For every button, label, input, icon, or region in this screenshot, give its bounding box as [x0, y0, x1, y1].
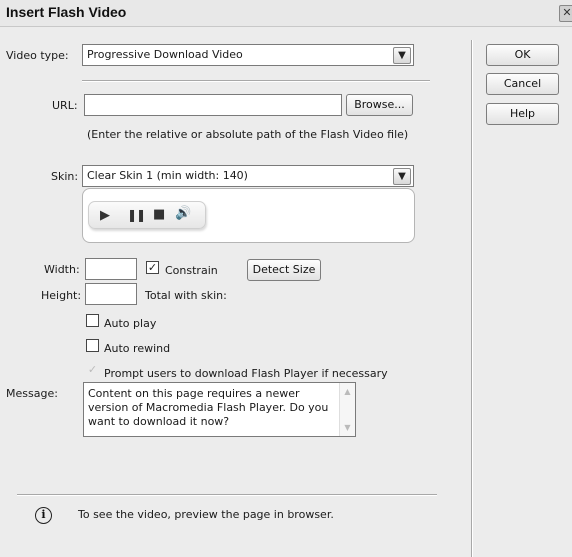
constrain-checkbox[interactable]: ✓	[146, 261, 159, 274]
speaker-icon: 🔊	[175, 206, 192, 221]
skin-value: Clear Skin 1 (min width: 140)	[87, 169, 248, 182]
width-input[interactable]	[85, 258, 137, 280]
url-label: URL:	[52, 99, 78, 112]
cancel-button[interactable]: Cancel	[486, 73, 559, 95]
message-textarea[interactable]: Content on this page requires a newer ve…	[83, 382, 356, 437]
detect-size-button[interactable]: Detect Size	[247, 259, 321, 281]
message-label: Message:	[6, 387, 58, 400]
chevron-down-icon[interactable]: ▼	[393, 47, 411, 64]
video-type-select[interactable]: Progressive Download Video ▼	[82, 44, 414, 66]
auto-rewind-label: Auto rewind	[104, 342, 171, 355]
message-text: Content on this page requires a newer ve…	[88, 387, 329, 428]
scroll-down-icon[interactable]: ▼	[341, 421, 354, 434]
browse-button[interactable]: Browse...	[346, 94, 413, 116]
skin-label: Skin:	[51, 170, 79, 183]
auto-play-checkbox[interactable]	[86, 314, 99, 327]
info-icon: i	[35, 507, 52, 524]
url-hint: (Enter the relative or absolute path of …	[87, 128, 409, 141]
url-input[interactable]	[84, 94, 342, 116]
auto-play-label: Auto play	[104, 317, 157, 330]
skin-control-bar: ▶ ❚❚ ■ 🔊	[88, 201, 206, 229]
prompt-download-label: Prompt users to download Flash Player if…	[104, 367, 388, 380]
height-label: Height:	[41, 289, 82, 302]
divider-bottom	[17, 494, 437, 496]
prompt-download-checkbox[interactable]: ✓	[86, 364, 99, 377]
ok-button[interactable]: OK	[486, 44, 559, 66]
width-label: Width:	[44, 263, 80, 276]
scroll-up-icon[interactable]: ▲	[341, 385, 354, 398]
insert-flash-video-dialog: Insert Flash Video ✕ Video type: Progres…	[0, 0, 572, 557]
height-input[interactable]	[85, 283, 137, 305]
video-type-value: Progressive Download Video	[87, 48, 243, 61]
total-with-skin-label: Total with skin:	[145, 289, 227, 302]
skin-select[interactable]: Clear Skin 1 (min width: 140) ▼	[82, 165, 414, 187]
chevron-down-icon[interactable]: ▼	[393, 168, 411, 185]
play-icon: ▶	[100, 208, 110, 223]
constrain-label: Constrain	[165, 264, 218, 277]
help-button[interactable]: Help	[486, 103, 559, 125]
divider-top	[82, 80, 430, 82]
auto-rewind-checkbox[interactable]	[86, 339, 99, 352]
stop-icon: ■	[153, 207, 166, 222]
right-column-divider	[471, 40, 473, 557]
close-icon[interactable]: ✕	[559, 5, 572, 22]
skin-preview: ▶ ❚❚ ■ 🔊	[82, 188, 415, 243]
title-bar[interactable]: Insert Flash Video ✕	[0, 0, 572, 27]
footer-text: To see the video, preview the page in br…	[78, 508, 334, 521]
pause-icon: ❚❚	[127, 208, 146, 222]
video-type-label: Video type:	[6, 49, 69, 62]
dialog-title: Insert Flash Video	[6, 4, 127, 20]
message-scrollbar[interactable]: ▲ ▼	[339, 383, 355, 436]
